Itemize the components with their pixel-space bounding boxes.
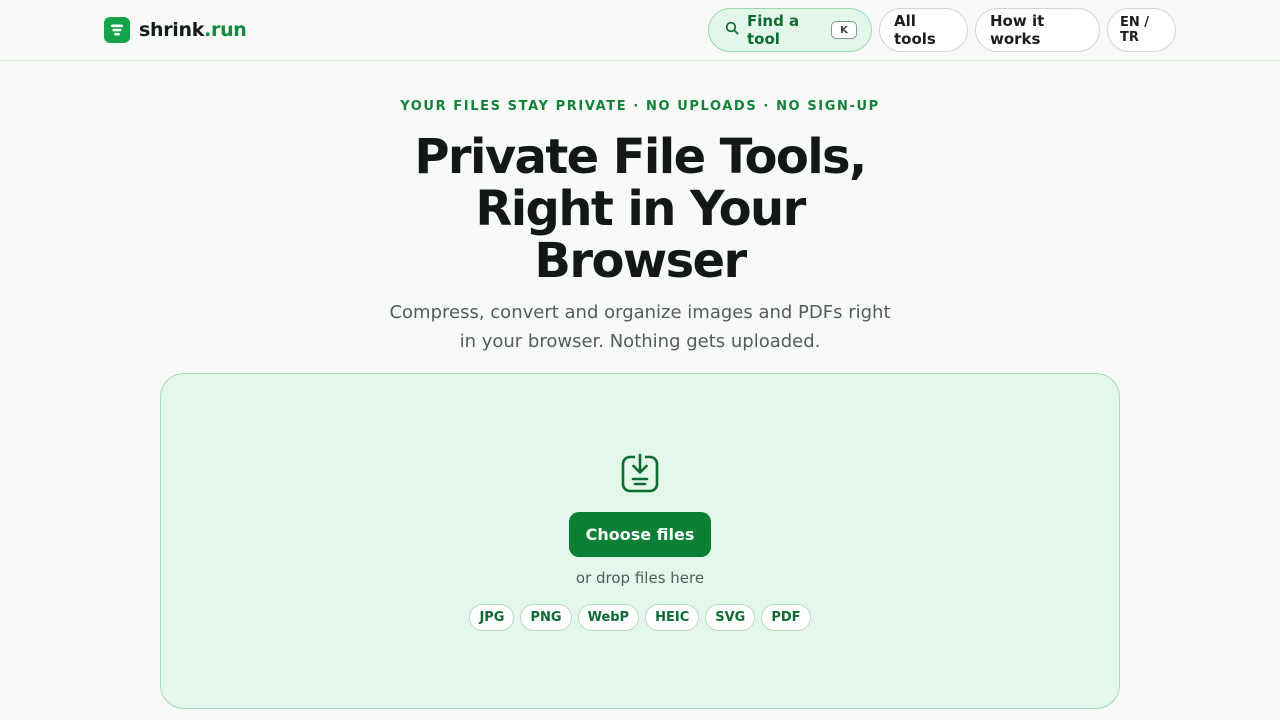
format-chip-heic: HEIC xyxy=(645,604,700,631)
site-header: shrink.run Find a tool K All tools How i… xyxy=(0,0,1280,61)
supported-formats: JPG PNG WebP HEIC SVG PDF xyxy=(161,604,1119,631)
brand-name: shrink.run xyxy=(139,19,247,41)
format-chip-pdf: PDF xyxy=(761,604,811,631)
file-dropzone[interactable]: Choose files or drop files here JPG PNG … xyxy=(160,373,1120,709)
brand-logo-link[interactable]: shrink.run xyxy=(104,17,247,43)
format-chip-svg: SVG xyxy=(705,604,756,631)
find-tool-button[interactable]: Find a tool K xyxy=(708,8,872,52)
format-chip-webp: WebP xyxy=(577,604,640,631)
header-nav: Find a tool K All tools How it works EN … xyxy=(708,8,1176,52)
all-tools-button[interactable]: All tools xyxy=(879,8,968,52)
format-chip-jpg: JPG xyxy=(469,604,515,631)
choose-files-button[interactable]: Choose files xyxy=(569,512,711,557)
format-chip-png: PNG xyxy=(520,604,572,631)
brand-name-tld: .run xyxy=(204,19,247,41)
keyboard-shortcut-badge: K xyxy=(831,21,857,39)
hero-eyebrow: YOUR FILES STAY PRIVATE · NO UPLOADS · N… xyxy=(400,99,880,114)
how-it-works-button[interactable]: How it works xyxy=(975,8,1100,52)
download-tray-icon xyxy=(620,451,660,495)
drop-hint: or drop files here xyxy=(575,569,705,587)
hero-subtitle: Compress, convert and organize images an… xyxy=(389,302,891,352)
language-toggle[interactable]: EN / TR xyxy=(1107,8,1176,52)
find-tool-label: Find a tool xyxy=(747,12,800,48)
search-icon xyxy=(725,21,739,39)
logo-icon xyxy=(104,17,130,43)
page-title: Private File Tools, Right in Your Browse… xyxy=(414,129,867,289)
brand-name-main: shrink xyxy=(139,19,205,41)
